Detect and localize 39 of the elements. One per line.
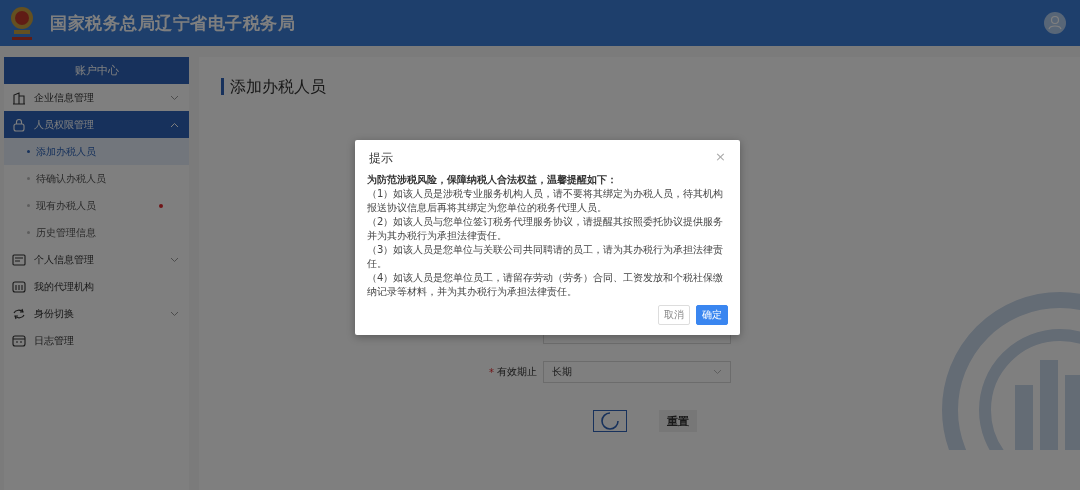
reset-button[interactable]: 重置	[659, 410, 697, 432]
field-label: 有效期止	[497, 365, 537, 379]
building-icon	[12, 90, 26, 105]
page-title: 添加办税人员	[221, 78, 326, 95]
submenu-item[interactable]: 历史管理信息	[4, 219, 189, 246]
dialog-title: 提示	[368, 150, 393, 167]
confirm-button[interactable]: 确定	[696, 305, 728, 325]
required-asterisk: *	[489, 366, 494, 378]
lock-icon	[12, 117, 26, 132]
submenu-item[interactable]: 添加办税人员	[4, 138, 189, 165]
submenu-item[interactable]: 现有办税人员	[4, 192, 189, 219]
select-field[interactable]: 长期	[543, 361, 731, 383]
sidebar-item[interactable]: 人员权限管理	[4, 111, 189, 138]
site-title: 国家税务总局辽宁省电子税务局	[50, 11, 295, 35]
cancel-button[interactable]: 取消	[658, 305, 690, 325]
switch-icon	[12, 306, 26, 321]
dialog-text: （3）如该人员是您单位与关联公司共同聘请的员工，请为其办税行为承担法律责任。	[367, 243, 725, 271]
sidebar-title: 账户中心	[4, 57, 189, 84]
sidebar-item[interactable]: 个人信息管理	[4, 246, 189, 273]
submenu-item[interactable]: 待确认办税人员	[4, 165, 189, 192]
calendar-icon	[12, 333, 26, 348]
chevron-icon	[170, 256, 179, 263]
submit-button[interactable]	[593, 410, 627, 432]
agency-icon	[12, 279, 26, 294]
chevron-icon	[170, 310, 179, 317]
spinner-icon	[600, 411, 620, 431]
dialog-text: （2）如该人员与您单位签订税务代理服务协议，请提醒其按照委托协议提供服务并为其办税行为承担法律责任。	[367, 215, 725, 243]
chevron-icon	[170, 121, 179, 128]
sidebar-item[interactable]: 我的代理机构	[4, 273, 189, 300]
sidebar-item[interactable]: 日志管理	[4, 327, 189, 354]
sidebar-item[interactable]: 身份切换	[4, 300, 189, 327]
chevron-down-icon	[713, 369, 722, 375]
close-button[interactable]: ×	[713, 150, 728, 163]
dialog-text: （1）如该人员是涉税专业服务机构人员，请不要将其绑定为办税人员，待其机构报送协议信息后再将其绑定为您单位的税务代理人员。	[367, 187, 725, 215]
dialog-text: （4）如该人员是您单位员工，请留存劳动（劳务）合同、工资发放和个税社保缴纳记录等材料，并为其办税行为承担法律责任。	[367, 271, 725, 299]
sidebar-item[interactable]: 企业信息管理	[4, 84, 189, 111]
chevron-icon	[170, 94, 179, 101]
id-card-icon	[12, 252, 26, 267]
dialog-heading: 为防范涉税风险，保障纳税人合法权益，温馨提醒如下：	[367, 173, 618, 187]
